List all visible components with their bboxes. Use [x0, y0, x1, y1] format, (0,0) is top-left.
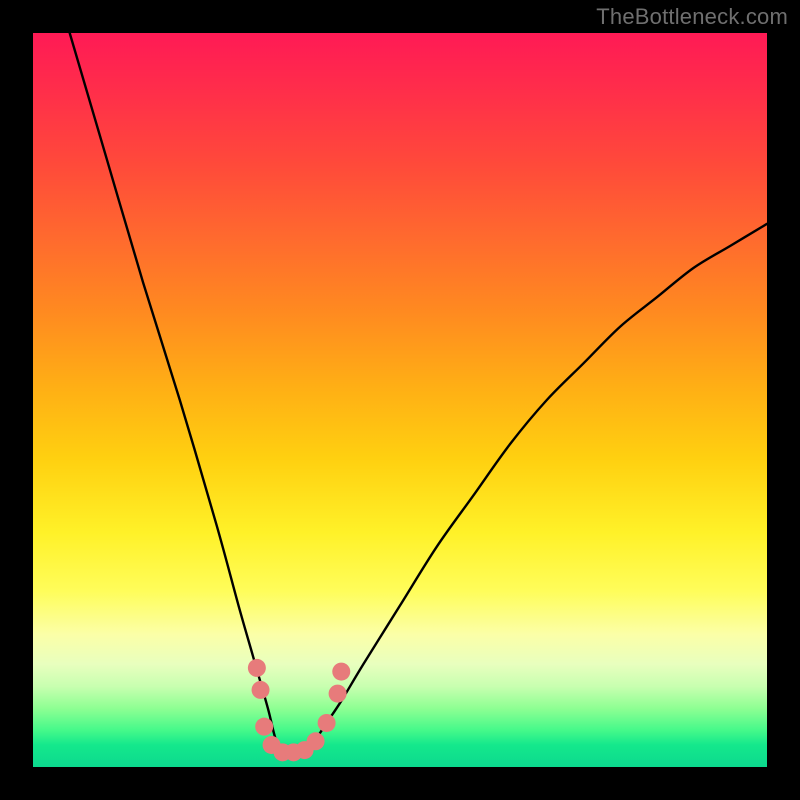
- curve-dot: [248, 659, 266, 677]
- watermark-text: TheBottleneck.com: [596, 4, 788, 30]
- plot-area: [33, 33, 767, 767]
- curve-dot: [332, 663, 350, 681]
- curve-dot: [252, 681, 270, 699]
- chart-frame: TheBottleneck.com: [0, 0, 800, 800]
- curve-dot: [307, 732, 325, 750]
- curve-dot: [329, 685, 347, 703]
- curve-dot: [318, 714, 336, 732]
- curve-layer: [33, 33, 767, 767]
- curve-dot: [255, 718, 273, 736]
- bottleneck-curve: [70, 33, 767, 756]
